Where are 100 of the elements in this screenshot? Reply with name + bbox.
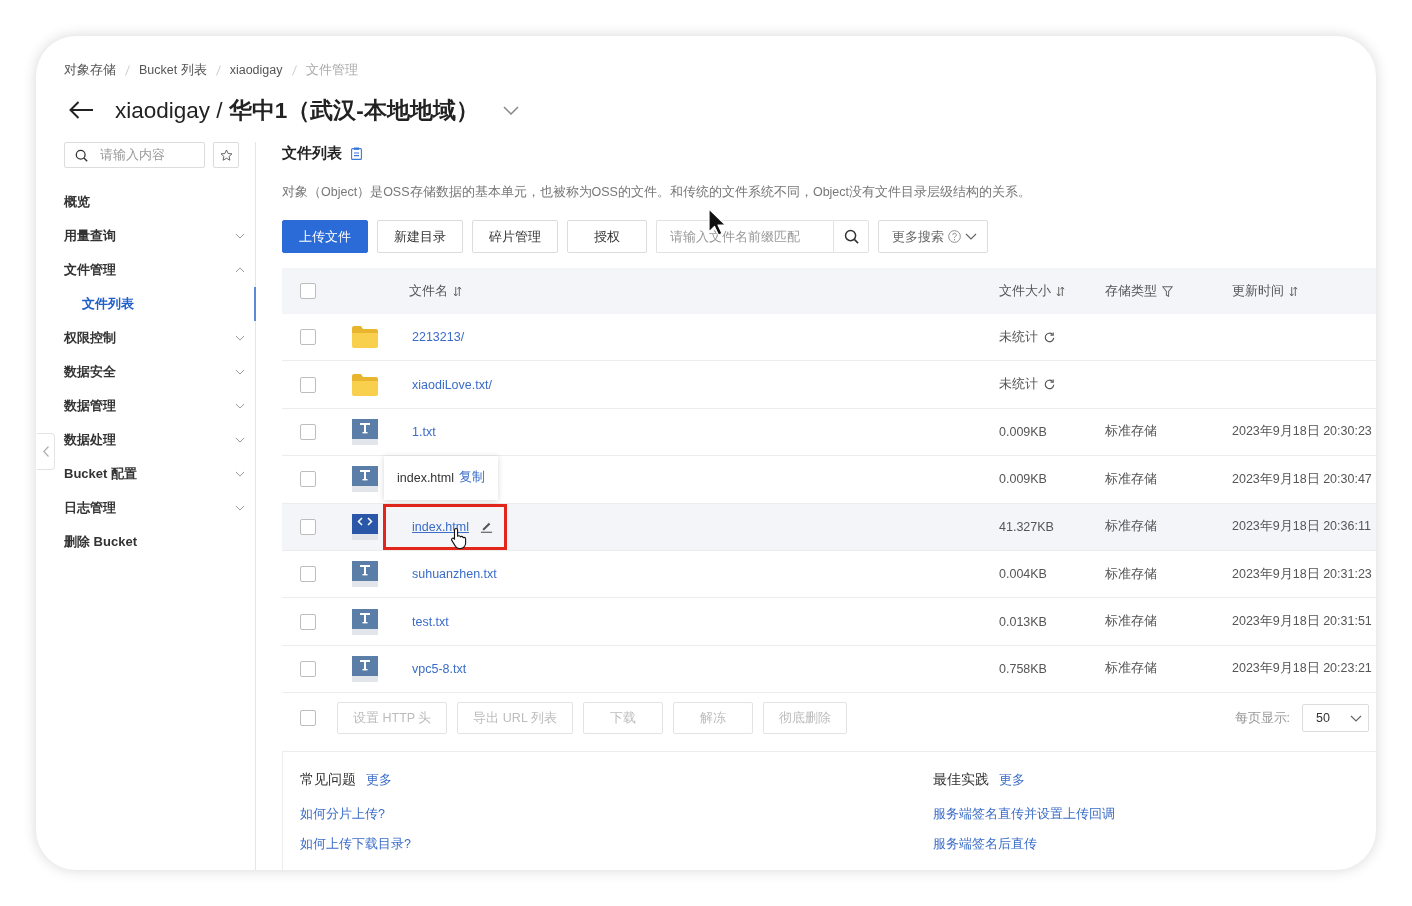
file-size: 0.758KB [999, 661, 1047, 676]
storage-class: 标准存储 [1105, 470, 1157, 488]
help-icon [948, 230, 961, 243]
file-link[interactable]: vpc5-8.txt [412, 661, 467, 676]
favorite-button[interactable] [213, 142, 239, 168]
sidebar-item[interactable]: 用量查询 [64, 219, 255, 253]
help-link[interactable]: 服务端签名后直传 [933, 829, 1037, 860]
toolbar-button[interactable]: 授权 [567, 220, 647, 253]
storage-class: 标准存储 [1105, 613, 1157, 631]
updated-time: 2023年9月18日 20:36:11 [1232, 518, 1371, 536]
breadcrumb-link[interactable]: xiaodigay [229, 63, 283, 77]
page-size-label: 每页显示: [1234, 709, 1290, 727]
sidebar-item[interactable]: 删除 Bucket [64, 525, 255, 559]
more-link[interactable]: 更多 [999, 771, 1025, 789]
row-checkbox[interactable] [300, 329, 316, 346]
row-checkbox[interactable] [300, 471, 316, 488]
sidebar-item[interactable]: 数据管理 [64, 389, 255, 423]
file-size: 未统计 [999, 376, 1038, 394]
row-checkbox[interactable] [300, 566, 316, 583]
sort-icon[interactable] [1289, 285, 1298, 297]
sidebar-item[interactable]: 权限控制 [64, 321, 255, 355]
row-checkbox[interactable] [300, 376, 316, 393]
slash-icon [291, 64, 297, 76]
row-checkbox[interactable] [300, 613, 316, 630]
file-link[interactable]: test.txt [412, 614, 449, 629]
table-row[interactable]: 1.txt 0.009KB 标准存储 2023年9月18日 20:30:23 [282, 408, 1376, 457]
file-size: 0.004KB [999, 567, 1047, 582]
file-link[interactable]: xiaodiLove.txt/ [412, 377, 492, 392]
file-link[interactable]: 1.txt [412, 424, 436, 439]
sidebar-item[interactable]: Bucket 配置 [64, 457, 255, 491]
file-size: 41.327KB [999, 519, 1054, 534]
table-row[interactable]: suhuanzhen.txt 0.004KB 标准存储 2023年9月18日 20:31:23 [282, 550, 1376, 599]
breadcrumb-link[interactable]: Bucket 列表 [139, 61, 207, 79]
page-title: xiaodigay / 华中1（武汉-本地地域） [115, 96, 479, 125]
help-link[interactable]: 如何分片上传? [300, 799, 385, 830]
table-row[interactable]: 2213213/ 未统计 [282, 314, 1376, 362]
slash-icon [125, 64, 130, 76]
table-row[interactable]: test.txt 0.013KB 标准存储 2023年9月18日 20:31:51 [282, 598, 1376, 646]
search-button[interactable] [833, 220, 869, 253]
sidebar-item[interactable]: 概览 [64, 185, 255, 219]
file-link[interactable]: index.html [412, 519, 469, 534]
document-icon[interactable] [351, 146, 362, 160]
help-title: 常见问题 [300, 771, 356, 790]
updated-time: 2023年9月18日 20:23:21 [1232, 660, 1372, 678]
file-link[interactable]: suhuanzhen.txt [412, 567, 497, 582]
search-field[interactable]: 请输入内容 [64, 142, 205, 168]
toolbar-button[interactable]: 碎片管理 [472, 220, 558, 253]
folder-icon [352, 373, 378, 396]
code-file-icon [352, 513, 378, 540]
upload-button[interactable]: 上传文件 [282, 220, 368, 253]
updated-time: 2023年9月18日 20:31:23 [1232, 565, 1372, 583]
table-row[interactable]: index.html 复制 0.009KB 标准存储 2023年9月18日 20:30:47 [282, 456, 1376, 504]
chevron-down-icon [965, 233, 977, 240]
search-icon [843, 229, 859, 244]
table-row[interactable]: index.html 41.327KB 标准存储 2023年9月18日 20:36:11 [282, 503, 1376, 551]
filter-icon[interactable] [1162, 285, 1173, 297]
breadcrumb-current: 文件管理 [305, 61, 358, 79]
chevron-down-icon[interactable] [502, 105, 519, 115]
sort-icon[interactable] [1056, 285, 1065, 297]
more-link[interactable]: 更多 [366, 771, 392, 789]
text-file-icon [352, 561, 378, 588]
column-header[interactable]: 文件名 [409, 282, 462, 300]
sort-icon[interactable] [453, 285, 462, 297]
help-link[interactable]: 服务端签名直传并设置上传回调 [933, 799, 1115, 830]
column-header[interactable]: 文件大小 [999, 282, 1065, 300]
column-header[interactable]: 更新时间 [1232, 282, 1298, 300]
file-size: 未统计 [999, 328, 1038, 346]
file-size: 0.009KB [999, 424, 1047, 439]
row-checkbox[interactable] [300, 660, 316, 677]
refresh-icon[interactable] [1044, 331, 1055, 343]
slash-icon [215, 64, 221, 76]
file-link[interactable]: 2213213/ [412, 330, 465, 345]
sidebar-item[interactable]: 数据安全 [64, 355, 255, 389]
help-link[interactable]: 如何上传下载目录? [300, 829, 411, 860]
copy-link[interactable]: 复制 [459, 469, 485, 487]
text-file-icon [352, 655, 378, 682]
row-checkbox[interactable] [300, 423, 316, 440]
table-row[interactable]: vpc5-8.txt 0.758KB 标准存储 2023年9月18日 20:23:21 [282, 645, 1376, 694]
sidebar-item[interactable]: 日志管理 [64, 491, 255, 525]
sidebar-item[interactable]: 文件列表 [64, 287, 256, 321]
column-header[interactable]: 存储类型 [1105, 282, 1173, 300]
row-checkbox[interactable] [300, 518, 316, 535]
back-arrow-icon[interactable] [68, 100, 94, 120]
more-search-button[interactable]: 更多搜索 [878, 220, 988, 253]
breadcrumb-link[interactable]: 对象存储 [64, 61, 116, 79]
search-icon [75, 149, 88, 162]
chevron-left-icon [42, 446, 49, 457]
table-row[interactable]: xiaodiLove.txt/ 未统计 [282, 361, 1376, 409]
file-size: 0.009KB [999, 472, 1047, 487]
select-all-checkbox[interactable] [300, 710, 316, 727]
edit-icon[interactable] [480, 520, 493, 534]
select-all-checkbox[interactable] [300, 283, 316, 299]
updated-time: 2023年9月18日 20:30:23 [1232, 423, 1372, 441]
sidebar-item[interactable]: 数据处理 [64, 423, 255, 457]
page-size-select[interactable]: 50 [1302, 704, 1369, 733]
sidebar-item[interactable]: 文件管理 [64, 253, 255, 287]
updated-time: 2023年9月18日 20:30:47 [1232, 470, 1372, 488]
toolbar-button[interactable]: 新建目录 [377, 220, 463, 253]
storage-class: 标准存储 [1105, 518, 1157, 536]
refresh-icon[interactable] [1044, 379, 1055, 391]
